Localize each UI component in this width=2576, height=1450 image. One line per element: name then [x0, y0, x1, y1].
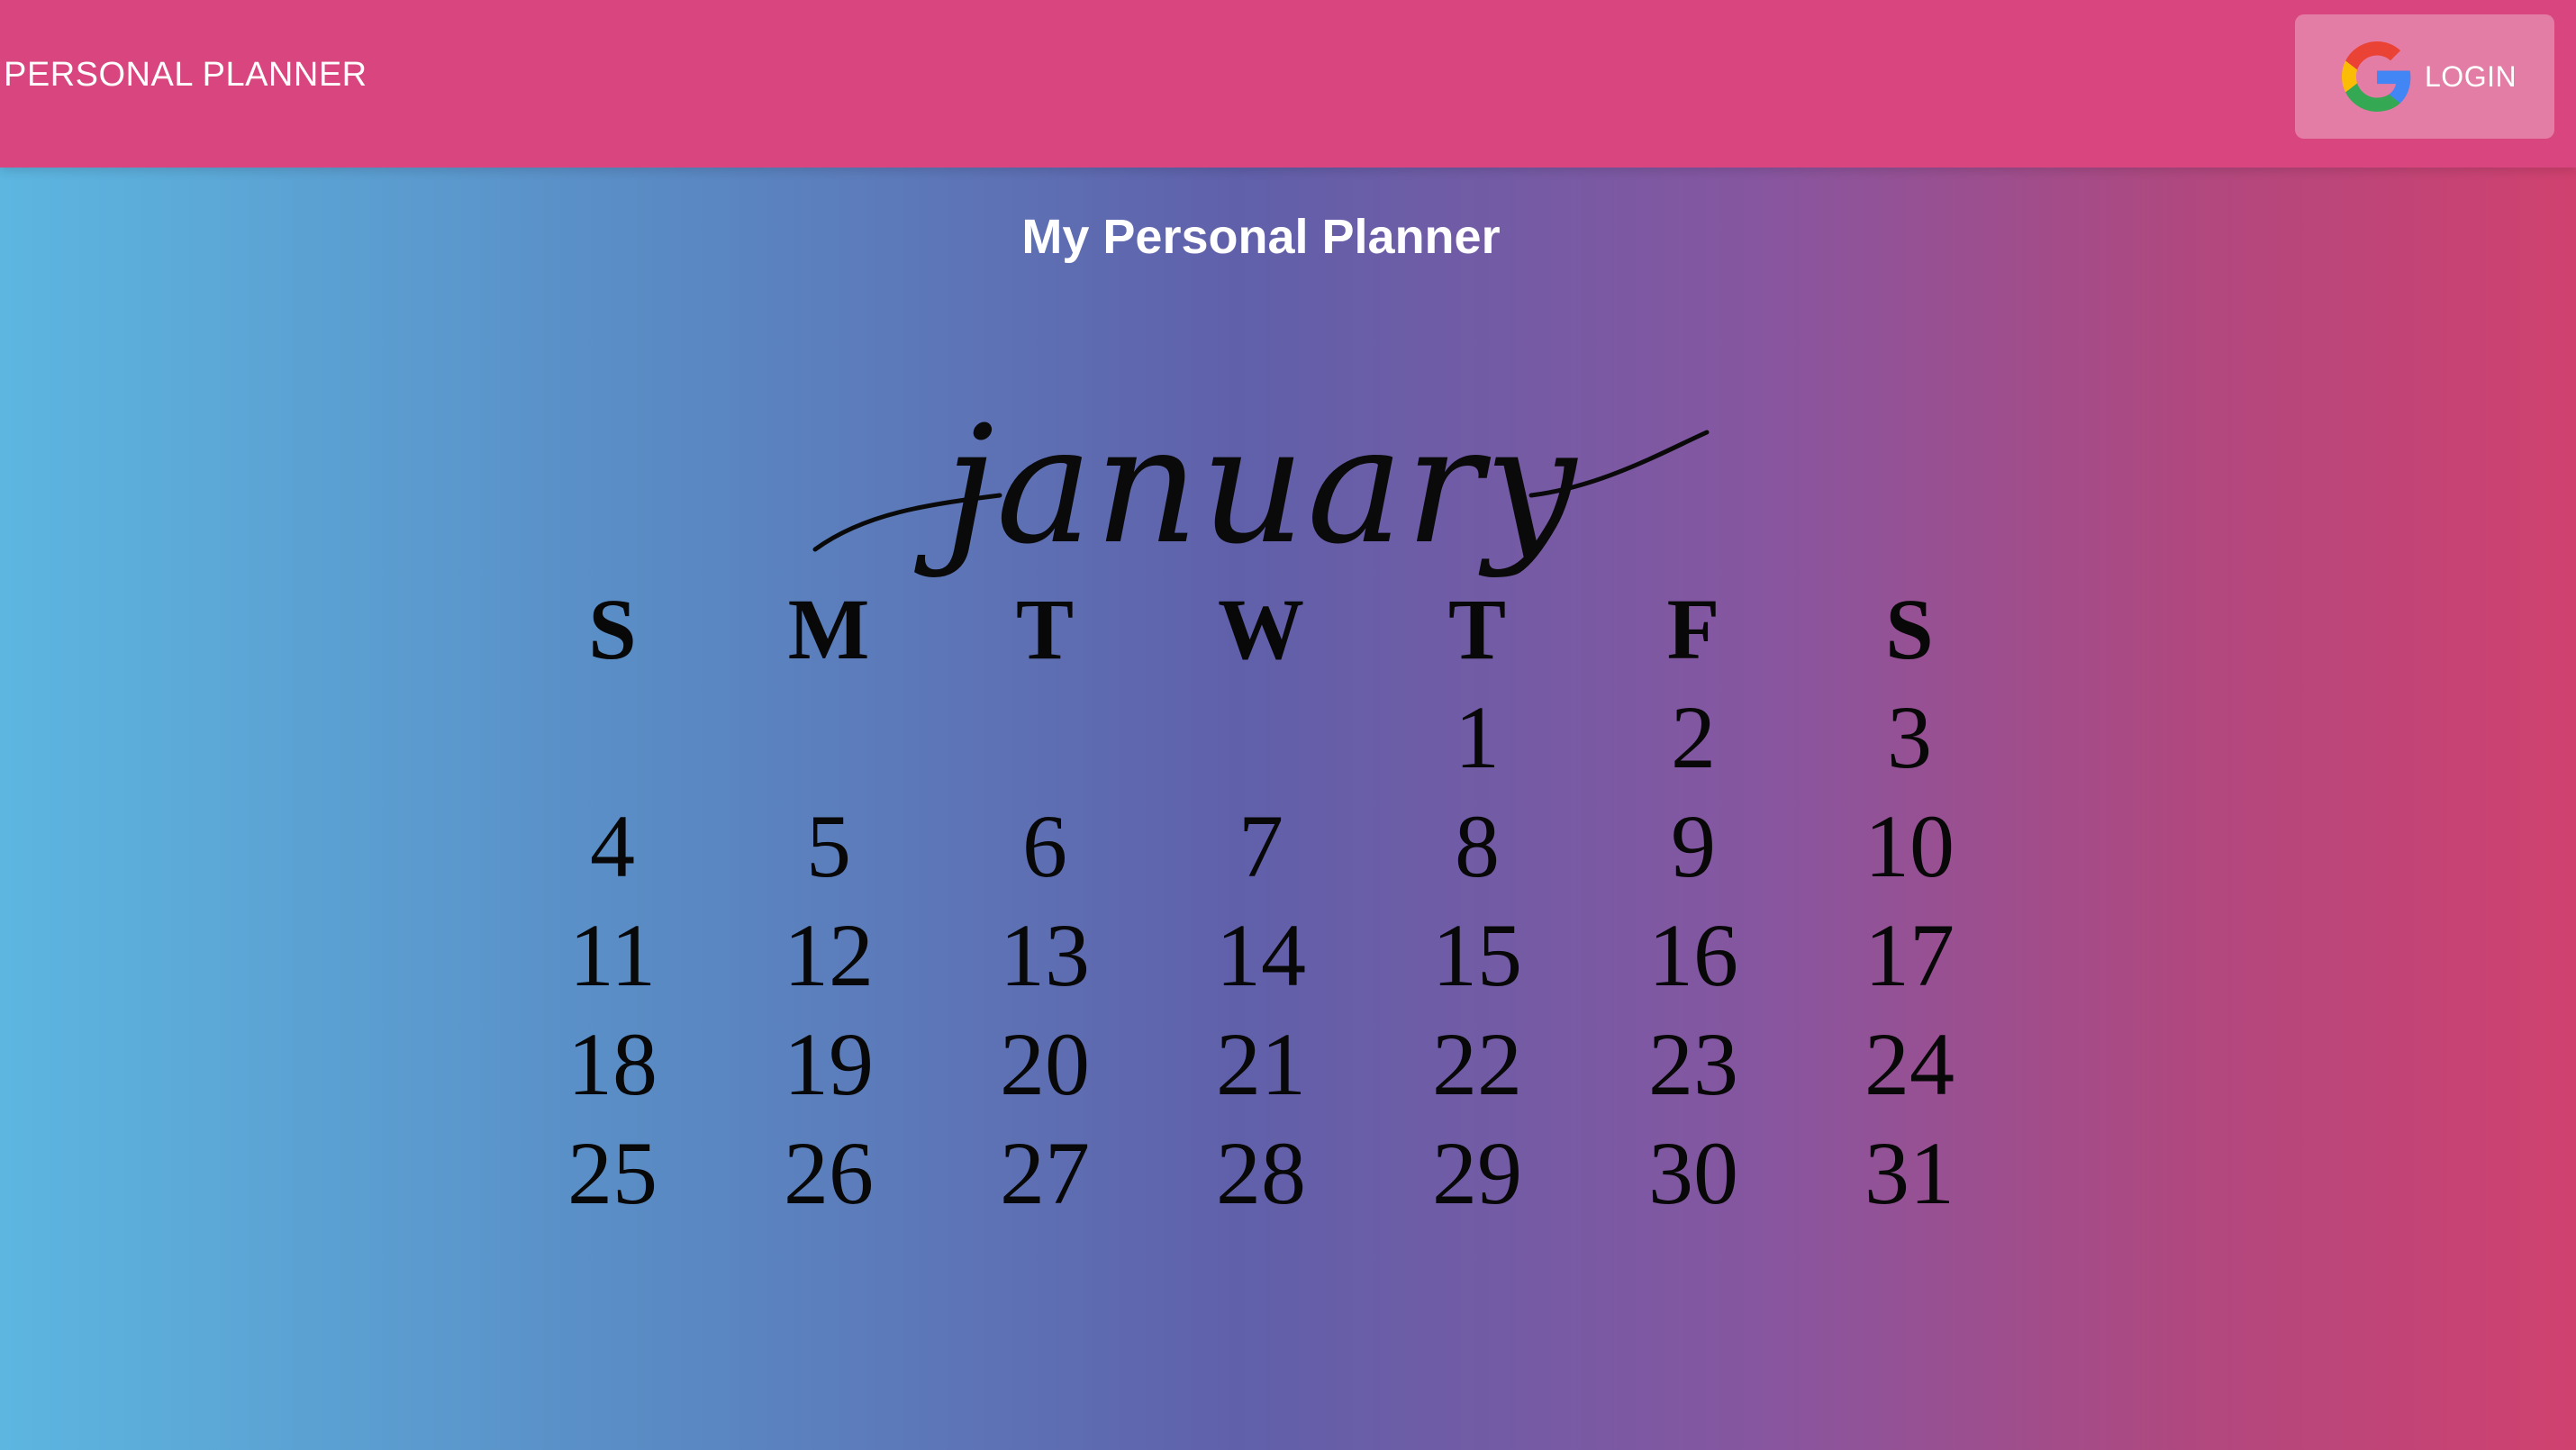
day-cell: 20	[1000, 1014, 1090, 1114]
month-name: january	[943, 392, 1579, 580]
weekday-tue: T	[1015, 581, 1075, 677]
day-cell	[1153, 683, 1369, 792]
brand-title[interactable]: PERSONAL PLANNER	[4, 56, 367, 95]
day-cell: 19	[784, 1014, 874, 1114]
day-cell: 25	[567, 1123, 658, 1223]
weekday-thu: T	[1447, 581, 1507, 677]
week-row: 1 2 3	[504, 683, 2018, 792]
weekday-sat: S	[1885, 581, 1934, 677]
day-cell: 16	[1648, 905, 1738, 1005]
day-cell: 24	[1864, 1014, 1955, 1114]
weekday-mon: M	[787, 581, 870, 677]
day-cell: 8	[1455, 796, 1500, 896]
day-cell: 27	[1000, 1123, 1090, 1223]
top-nav-bar: PERSONAL PLANNER LOGIN	[0, 0, 2576, 168]
day-cell: 5	[806, 796, 851, 896]
day-cell	[721, 683, 937, 792]
week-row: 18 19 20 21 22 23 24	[504, 1010, 2018, 1119]
weekday-sun: S	[588, 581, 637, 677]
day-cell: 14	[1216, 905, 1306, 1005]
day-cell	[504, 683, 721, 792]
day-cell: 22	[1432, 1014, 1522, 1114]
day-cell: 17	[1864, 905, 1955, 1005]
day-cell: 7	[1238, 796, 1283, 896]
day-cell: 13	[1000, 905, 1090, 1005]
google-login-button[interactable]: LOGIN	[2295, 14, 2554, 139]
day-cell: 26	[784, 1123, 874, 1223]
day-cell: 9	[1671, 796, 1716, 896]
day-cell: 15	[1432, 905, 1522, 1005]
day-cell: 18	[567, 1014, 658, 1114]
day-cell: 1	[1455, 687, 1500, 787]
day-cell: 31	[1864, 1123, 1955, 1223]
day-cell: 28	[1216, 1123, 1306, 1223]
weekday-fri: F	[1666, 581, 1720, 677]
weekday-wed: W	[1218, 581, 1304, 677]
calendar-image: january S M T W T F S 1 2 3 4 5 6 7 8 9	[504, 396, 2018, 1225]
day-cell: 6	[1022, 796, 1067, 896]
day-cell: 12	[784, 905, 874, 1005]
day-cell: 11	[568, 905, 657, 1005]
day-cell: 4	[590, 796, 635, 896]
login-label: LOGIN	[2425, 59, 2517, 93]
week-row: 4 5 6 7 8 9 10	[504, 792, 2018, 901]
day-cell: 3	[1887, 687, 1932, 787]
week-row: 11 12 13 14 15 16 17	[504, 901, 2018, 1010]
page-title: My Personal Planner	[1021, 210, 1501, 264]
day-cell	[937, 683, 1153, 792]
calendar-grid: S M T W T F S 1 2 3 4 5 6 7 8 9 10 11 12…	[504, 576, 2018, 1228]
week-row: 25 26 27 28 29 30 31	[504, 1119, 2018, 1228]
day-cell: 29	[1432, 1123, 1522, 1223]
day-cell: 21	[1216, 1014, 1306, 1114]
day-cell: 23	[1648, 1014, 1738, 1114]
day-cell: 10	[1864, 796, 1955, 896]
google-g-icon	[2342, 41, 2411, 112]
weekday-header-row: S M T W T F S	[504, 576, 2018, 683]
day-cell: 30	[1648, 1123, 1738, 1223]
day-cell: 2	[1671, 687, 1716, 787]
